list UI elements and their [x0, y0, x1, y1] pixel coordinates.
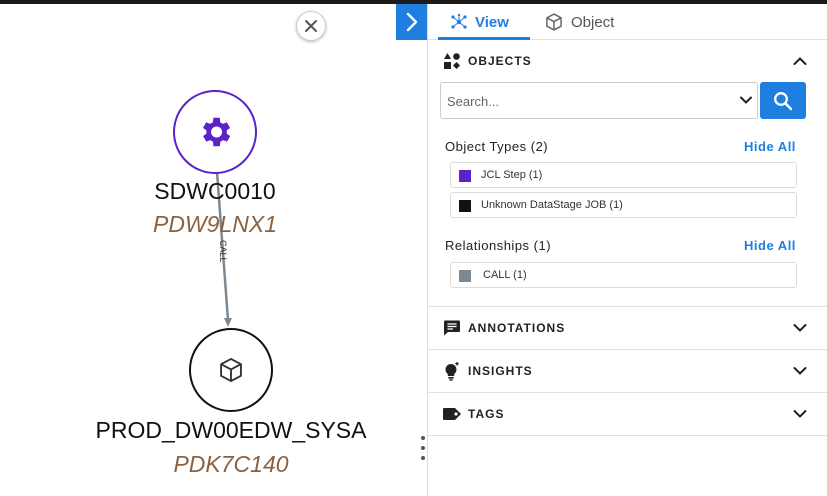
section-title: INSIGHTS [468, 364, 533, 378]
lightbulb-icon [442, 361, 462, 381]
search-field [440, 82, 758, 119]
color-swatch [459, 170, 471, 182]
chevron-down-icon[interactable] [791, 405, 809, 423]
insights-section-header[interactable]: INSIGHTS [428, 350, 827, 392]
tab-view[interactable]: View [450, 4, 509, 40]
chevron-down-icon[interactable] [791, 319, 809, 337]
tab-view-label: View [475, 13, 509, 31]
tab-object-label: Object [571, 13, 615, 31]
graph-canvas[interactable]: CALL SDWC0010 PDW9LNX1 PROD_DW00EDW_SYSA… [0, 4, 427, 496]
divider [428, 435, 827, 436]
cube-icon [220, 357, 242, 383]
hide-all-relationships-link[interactable]: Hide All [744, 238, 796, 253]
collapse-panel-button[interactable] [396, 4, 428, 40]
node-jcl-step[interactable] [173, 90, 257, 174]
relationship-filter-call[interactable]: CALL (1) [450, 262, 797, 288]
object-type-filter-datastage-job[interactable]: Unknown DataStage JOB (1) [450, 192, 797, 218]
node-subtitle: PDW9LNX1 [153, 211, 277, 237]
color-swatch [459, 270, 471, 282]
resize-handle[interactable] [419, 436, 427, 460]
tab-object[interactable]: Object [544, 4, 614, 40]
chevron-right-icon [406, 12, 418, 32]
annotations-section-header[interactable]: ANNOTATIONS [428, 307, 827, 349]
search-input[interactable] [447, 89, 727, 113]
shapes-icon [442, 51, 462, 71]
comment-icon [442, 318, 462, 338]
tag-icon [442, 404, 462, 424]
color-swatch [459, 200, 471, 212]
node-subtitle: PDK7C140 [173, 451, 289, 477]
section-title: TAGS [468, 407, 505, 421]
node-datastage-job[interactable] [189, 328, 273, 412]
chevron-down-icon[interactable] [739, 93, 753, 107]
hide-all-object-types-link[interactable]: Hide All [744, 139, 796, 154]
objects-section-header[interactable]: OBJECTS [428, 40, 827, 82]
edge-label: CALL [218, 240, 228, 263]
section-title: OBJECTS [468, 54, 532, 68]
section-title: ANNOTATIONS [468, 321, 566, 335]
side-panel: View Object OBJECTS Search... Object Typ… [427, 4, 827, 496]
object-type-filter-jcl-step[interactable]: JCL Step (1) [450, 162, 797, 188]
node-title: SDWC0010 [154, 178, 276, 204]
gear-icon [202, 117, 231, 147]
filter-label: CALL (1) [483, 269, 527, 281]
chevron-up-icon[interactable] [791, 52, 809, 70]
tags-section-header[interactable]: TAGS [428, 393, 827, 435]
panel-tabs: View Object [428, 4, 827, 40]
search-button[interactable] [760, 82, 806, 119]
filter-label: Unknown DataStage JOB (1) [481, 199, 623, 211]
network-icon [451, 13, 467, 29]
object-types-title: Object Types (2) [445, 139, 549, 154]
relationships-title: Relationships (1) [445, 238, 552, 253]
filter-label: JCL Step (1) [481, 169, 543, 181]
node-title: PROD_DW00EDW_SYSA [95, 417, 367, 443]
chevron-down-icon[interactable] [791, 362, 809, 380]
search-icon [774, 91, 793, 110]
cube-icon [546, 13, 562, 31]
